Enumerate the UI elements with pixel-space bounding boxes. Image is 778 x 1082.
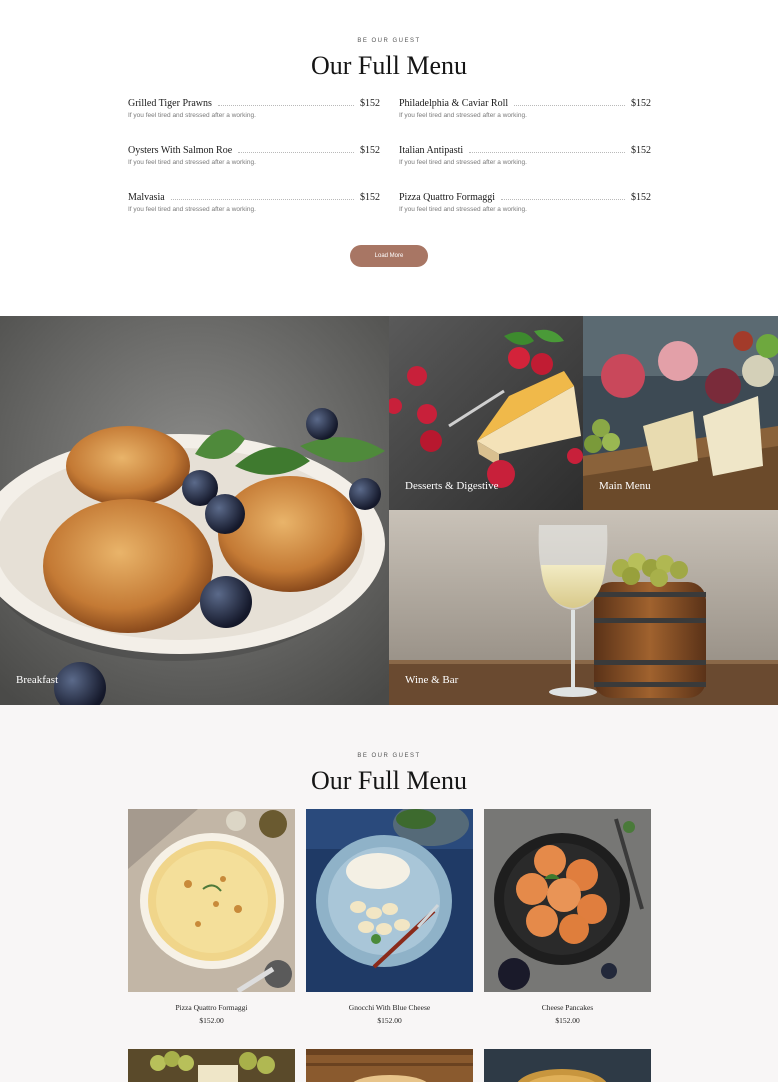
menu-item-name: Italian Antipasti (399, 145, 464, 156)
dish-photo (306, 1049, 473, 1082)
full-menu-list-section: BE OUR GUEST Our Full Menu Grilled Tiger… (0, 0, 778, 316)
full-menu-cards-section: BE OUR GUEST Our Full Menu Pizza Quattro… (0, 705, 778, 1082)
load-more-button[interactable]: Load More (350, 245, 428, 267)
breakfast-photo (0, 316, 389, 705)
menu-item-name: Philadelphia & Caviar Roll (399, 98, 509, 109)
menu-item-price: $152 (631, 192, 651, 203)
dotted-leader (501, 199, 625, 200)
category-tile-wine-bar[interactable]: Wine & Bar (389, 510, 778, 705)
dotted-leader (170, 199, 354, 200)
menu-item[interactable]: Philadelphia & Caviar Roll $152 If you fe… (399, 95, 651, 131)
category-label-desserts: Desserts & Digestive (405, 480, 499, 492)
menu-item-price: $152 (631, 145, 651, 156)
section-eyebrow: BE OUR GUEST (357, 753, 421, 759)
dish-card-partial[interactable] (128, 1049, 295, 1082)
menu-item-name: Malvasia (128, 192, 165, 203)
menu-item-name: Pizza Quattro Formaggi (399, 192, 496, 203)
section-eyebrow: BE OUR GUEST (357, 38, 421, 44)
section-title: Our Full Menu (311, 51, 467, 80)
menu-item-description: If you feel tired and stressed after a w… (128, 112, 256, 119)
menu-item[interactable]: Italian Antipasti $152 If you feel tired … (399, 142, 651, 178)
menu-item-description: If you feel tired and stressed after a w… (399, 206, 527, 213)
dotted-leader (238, 152, 354, 153)
menu-item[interactable]: Grilled Tiger Prawns $152 If you feel tir… (128, 95, 380, 131)
dish-photo (484, 1049, 651, 1082)
dotted-leader (514, 105, 625, 106)
dish-price: $152.00 (199, 1016, 224, 1025)
category-label-wine-bar: Wine & Bar (405, 674, 459, 686)
dish-card-partial[interactable] (484, 1049, 651, 1082)
menu-item[interactable]: Pizza Quattro Formaggi $152 If you feel t… (399, 189, 651, 225)
menu-item-description: If you feel tired and stressed after a w… (128, 159, 256, 166)
category-label-main-menu: Main Menu (599, 480, 651, 492)
dish-photo (484, 809, 651, 992)
menu-item-name: Oysters With Salmon Roe (128, 145, 233, 156)
category-label-breakfast: Breakfast (16, 674, 59, 686)
category-tile-desserts[interactable]: Desserts & Digestive (389, 316, 583, 510)
menu-item-description: If you feel tired and stressed after a w… (399, 112, 527, 119)
menu-item[interactable]: Malvasia $152 If you feel tired and stres… (128, 189, 380, 225)
dish-photo (128, 1049, 295, 1082)
dish-price: $152.00 (555, 1016, 580, 1025)
dish-card[interactable]: Gnocchi With Blue Cheese $152.00 (306, 809, 473, 1039)
dish-price: $152.00 (377, 1016, 402, 1025)
dish-name: Cheese Pancakes (541, 1003, 594, 1012)
dish-card-partial[interactable] (306, 1049, 473, 1082)
dotted-leader (217, 105, 354, 106)
menu-item-price: $152 (360, 192, 380, 203)
menu-category-gallery: Breakfast Desserts & Digestive Main Menu… (0, 316, 778, 705)
category-tile-main-menu[interactable]: Main Menu (583, 316, 778, 510)
menu-item-name: Grilled Tiger Prawns (128, 98, 212, 109)
dish-photo (306, 809, 473, 992)
menu-item-price: $152 (631, 98, 651, 109)
section-title: Our Full Menu (311, 766, 467, 795)
dotted-leader (469, 152, 625, 153)
dish-card[interactable]: Pizza Quattro Formaggi $152.00 (128, 809, 295, 1039)
dish-name: Pizza Quattro Formaggi (175, 1003, 248, 1012)
menu-item-price: $152 (360, 98, 380, 109)
dish-card[interactable]: Cheese Pancakes $152.00 (484, 809, 651, 1039)
category-tile-breakfast[interactable]: Breakfast (0, 316, 389, 705)
menu-item[interactable]: Oysters With Salmon Roe $152 If you feel … (128, 142, 380, 178)
menu-item-description: If you feel tired and stressed after a w… (399, 159, 527, 166)
menu-item-description: If you feel tired and stressed after a w… (128, 206, 256, 213)
menu-item-price: $152 (360, 145, 380, 156)
dish-name: Gnocchi With Blue Cheese (348, 1003, 431, 1012)
dish-photo (128, 809, 295, 992)
